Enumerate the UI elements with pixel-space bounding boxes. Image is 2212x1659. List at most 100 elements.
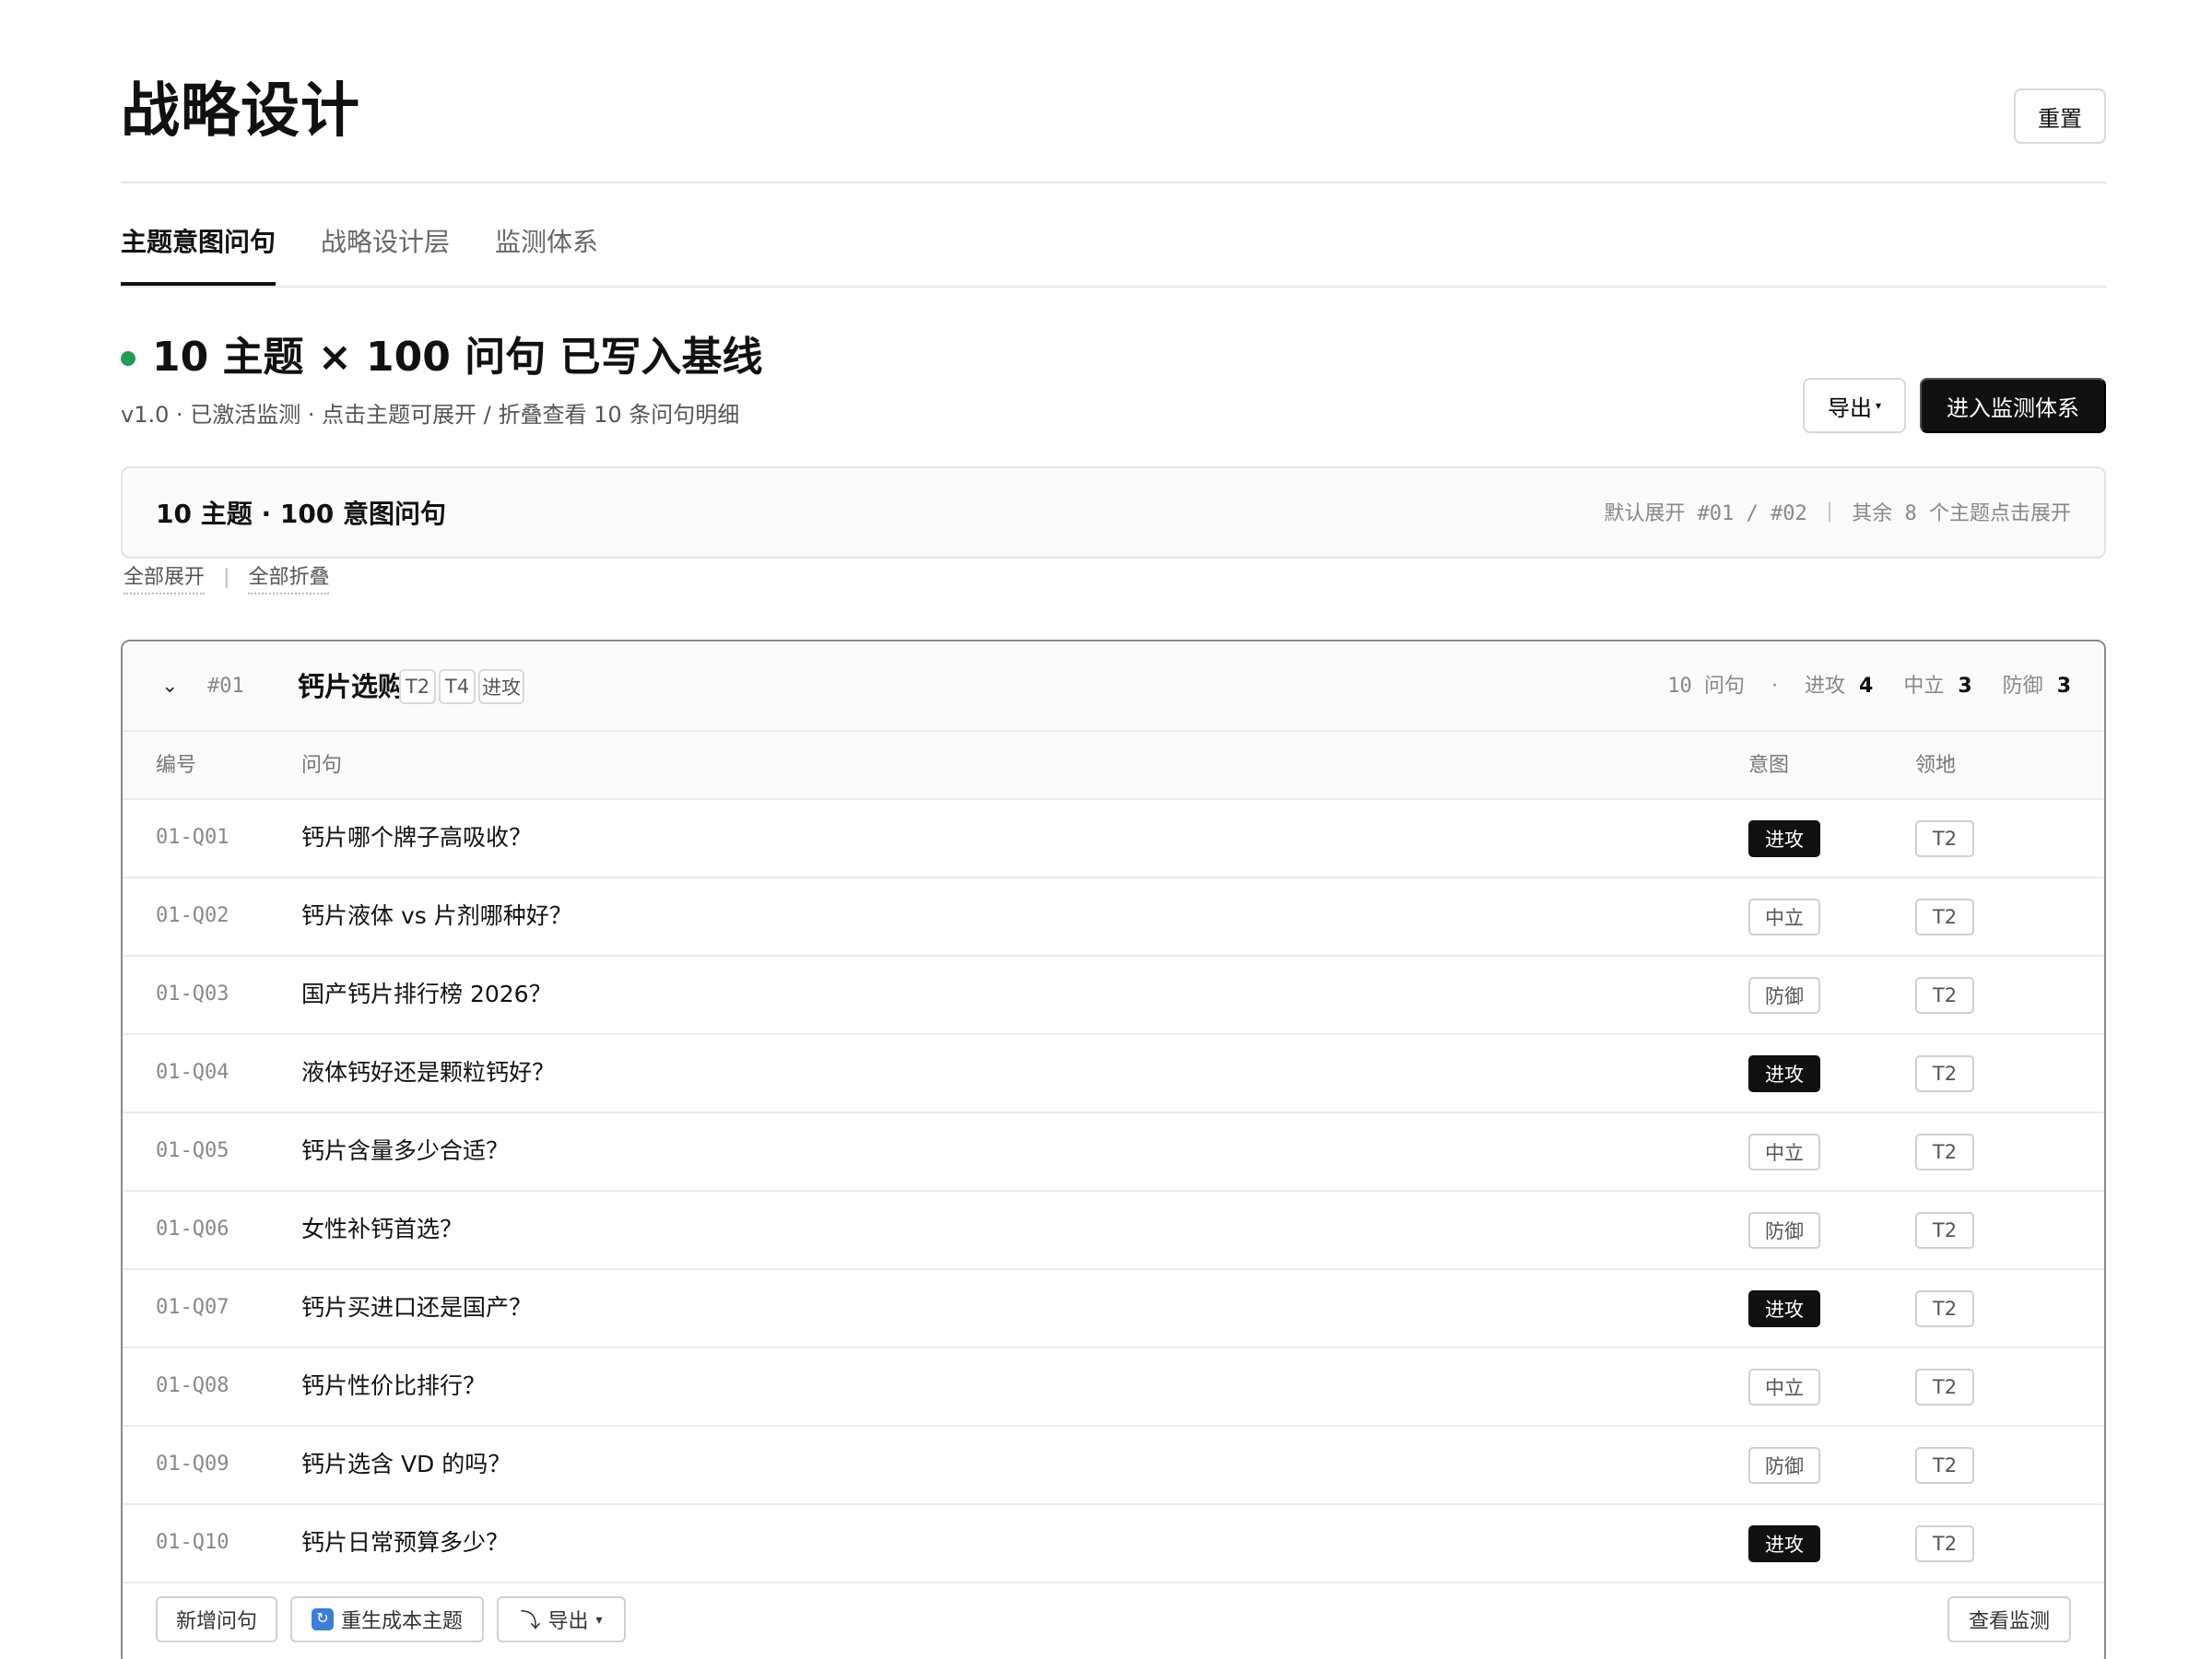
territory-badge: T2 bbox=[1915, 1525, 1974, 1562]
question-text: 钙片买进口还是国产？ bbox=[301, 1294, 533, 1321]
intent-badge: 中立 bbox=[1748, 1369, 1820, 1406]
column-header-question: 问句 bbox=[301, 754, 343, 777]
table-row[interactable]: 01-Q08 钙片性价比排行？ 中立 T2 bbox=[123, 1348, 2104, 1427]
intent-badge: 防御 bbox=[1748, 977, 1820, 1014]
question-id: 01-Q05 bbox=[156, 1139, 229, 1162]
status-dot-icon bbox=[121, 351, 135, 366]
table-row[interactable]: 01-Q10 钙片日常预算多少？ 进攻 T2 bbox=[123, 1505, 2104, 1583]
caret-down-icon: ▾ bbox=[1875, 399, 1882, 412]
neutral-stat-count: 3 bbox=[1958, 675, 1972, 698]
collapse-all-link[interactable]: 全部折叠 bbox=[248, 566, 330, 594]
question-text: 钙片选含 VD 的吗？ bbox=[301, 1451, 512, 1477]
question-text: 液体钙好还是颗粒钙好？ bbox=[301, 1059, 556, 1086]
regenerate-label: 重生成本主题 bbox=[340, 1609, 463, 1632]
intent-badge: 进攻 bbox=[1748, 1055, 1820, 1092]
question-id: 01-Q04 bbox=[156, 1061, 229, 1084]
tabs-divider bbox=[121, 286, 2106, 288]
attack-stat-label: 进攻 bbox=[1805, 675, 1846, 698]
question-id: 01-Q02 bbox=[156, 904, 229, 927]
summary-title: 10 主题 · 100 意图问句 bbox=[156, 499, 447, 529]
enter-monitoring-button[interactable]: 进入监测体系 bbox=[1920, 378, 2106, 433]
question-id: 01-Q10 bbox=[156, 1531, 229, 1554]
territory-badge: T2 bbox=[1915, 1055, 1974, 1092]
tab-strategy-layer[interactable]: 战略设计层 bbox=[321, 218, 450, 267]
topic-card: ⌄ #01 钙片选购 T2 T4 进攻 10 问句 · 进攻 4 中立 3 防御… bbox=[121, 640, 2106, 1659]
summary-hint: 默认展开 #01 / #02 ｜ 其余 8 个主题点击展开 bbox=[1604, 502, 2071, 525]
tab-monitoring[interactable]: 监测体系 bbox=[495, 218, 598, 267]
add-question-button[interactable]: 新增问句 bbox=[156, 1596, 277, 1642]
question-id: 01-Q03 bbox=[156, 982, 229, 1006]
question-table-body: 01-Q01 钙片哪个牌子高吸收？ 进攻 T2 01-Q02 钙片液体 vs 片剂哪种好？… bbox=[123, 800, 2104, 1583]
table-row[interactable]: 01-Q07 钙片买进口还是国产？ 进攻 T2 bbox=[123, 1270, 2104, 1348]
territory-badge: T2 bbox=[1915, 1369, 1974, 1406]
intent-badge: 防御 bbox=[1748, 1447, 1820, 1484]
question-text: 钙片液体 vs 片剂哪种好？ bbox=[301, 902, 572, 929]
intent-badge: 进攻 bbox=[1748, 820, 1820, 857]
expand-collapse-controls: 全部展开 | 全部折叠 bbox=[124, 564, 330, 594]
topic-stats: 10 问句 · 进攻 4 中立 3 防御 3 bbox=[1667, 671, 2071, 702]
topic-header[interactable]: ⌄ #01 钙片选购 T2 T4 进攻 10 问句 · 进攻 4 中立 3 防御… bbox=[123, 641, 2104, 732]
table-row[interactable]: 01-Q05 钙片含量多少合适？ 中立 T2 bbox=[123, 1113, 2104, 1192]
regenerate-topic-button[interactable]: ↻ 重生成本主题 bbox=[290, 1596, 484, 1642]
status-title: 10 主题 × 100 问句 已写入基线 bbox=[152, 334, 763, 381]
table-row[interactable]: 01-Q09 钙片选含 VD 的吗？ 防御 T2 bbox=[123, 1427, 2104, 1505]
territory-badge: T2 bbox=[1915, 1134, 1974, 1171]
question-id: 01-Q01 bbox=[156, 826, 229, 849]
export-dropdown-button[interactable]: 导出 ▾ bbox=[1803, 378, 1906, 433]
caret-down-icon: ▾ bbox=[595, 1611, 603, 1627]
status-subtitle: v1.0 · 已激活监测 · 点击主题可展开 / 折叠查看 10 条问句明细 bbox=[121, 402, 740, 428]
territory-badge: T2 bbox=[1915, 820, 1974, 857]
question-id: 01-Q06 bbox=[156, 1218, 229, 1241]
topic-tag: T2 bbox=[399, 669, 436, 704]
question-text: 钙片哪个牌子高吸收？ bbox=[301, 824, 533, 851]
table-row[interactable]: 01-Q02 钙片液体 vs 片剂哪种好？ 中立 T2 bbox=[123, 878, 2104, 957]
export-label: 导出 bbox=[1827, 395, 1872, 421]
question-id: 01-Q09 bbox=[156, 1453, 229, 1476]
table-row[interactable]: 01-Q03 国产钙片排行榜 2026？ 防御 T2 bbox=[123, 957, 2104, 1035]
summary-bar: 10 主题 · 100 意图问句 默认展开 #01 / #02 ｜ 其余 8 个… bbox=[121, 466, 2106, 559]
question-id: 01-Q08 bbox=[156, 1374, 229, 1397]
column-header-intent: 意图 bbox=[1748, 754, 1790, 777]
territory-badge: T2 bbox=[1915, 977, 1974, 1014]
refresh-icon: ↻ bbox=[311, 1608, 334, 1630]
reset-button[interactable]: 重置 bbox=[2014, 88, 2106, 144]
question-text: 钙片含量多少合适？ bbox=[301, 1137, 510, 1164]
tab-topic-intent[interactable]: 主题意图问句 bbox=[121, 218, 276, 267]
header-divider bbox=[121, 182, 2106, 183]
intent-badge: 中立 bbox=[1748, 1134, 1820, 1171]
view-monitoring-button[interactable]: 查看监测 bbox=[1947, 1596, 2071, 1642]
question-count: 10 问句 bbox=[1667, 675, 1746, 698]
territory-badge: T2 bbox=[1915, 1290, 1974, 1327]
column-header-id: 编号 bbox=[156, 754, 197, 777]
topic-export-label: 导出 bbox=[547, 1609, 589, 1632]
divider: | bbox=[223, 566, 230, 589]
attack-stat-count: 4 bbox=[1859, 675, 1874, 698]
dot-separator: · bbox=[1771, 675, 1779, 698]
defense-stat-count: 3 bbox=[2056, 675, 2071, 698]
table-row[interactable]: 01-Q06 女性补钙首选？ 防御 T2 bbox=[123, 1192, 2104, 1270]
topic-name: 钙片选购 bbox=[298, 671, 406, 702]
table-header: 编号 问句 意图 领地 bbox=[123, 732, 2104, 800]
territory-badge: T2 bbox=[1915, 899, 1974, 935]
intent-badge: 进攻 bbox=[1748, 1525, 1820, 1562]
table-row[interactable]: 01-Q01 钙片哪个牌子高吸收？ 进攻 T2 bbox=[123, 800, 2104, 878]
expand-all-link[interactable]: 全部展开 bbox=[124, 566, 206, 594]
territory-badge: T2 bbox=[1915, 1212, 1974, 1249]
chevron-down-icon[interactable]: ⌄ bbox=[161, 673, 178, 700]
topic-export-button[interactable]: ⤵ 导出 ▾ bbox=[497, 1596, 626, 1642]
export-arrow-icon: ⤵ bbox=[520, 1609, 541, 1632]
column-header-territory: 领地 bbox=[1915, 754, 1957, 777]
question-text: 钙片日常预算多少？ bbox=[301, 1529, 510, 1556]
topic-tag: T4 bbox=[439, 669, 476, 704]
intent-badge: 防御 bbox=[1748, 1212, 1820, 1249]
question-text: 女性补钙首选？ bbox=[301, 1216, 464, 1242]
intent-badge: 进攻 bbox=[1748, 1290, 1820, 1327]
territory-badge: T2 bbox=[1915, 1447, 1974, 1484]
intent-badge: 中立 bbox=[1748, 899, 1820, 935]
defense-stat-label: 防御 bbox=[2002, 675, 2043, 698]
topic-tag: 进攻 bbox=[478, 669, 524, 704]
table-row[interactable]: 01-Q04 液体钙好还是颗粒钙好？ 进攻 T2 bbox=[123, 1035, 2104, 1113]
question-text: 钙片性价比排行？ bbox=[301, 1372, 487, 1399]
question-text: 国产钙片排行榜 2026？ bbox=[301, 981, 552, 1007]
question-id: 01-Q07 bbox=[156, 1296, 229, 1319]
